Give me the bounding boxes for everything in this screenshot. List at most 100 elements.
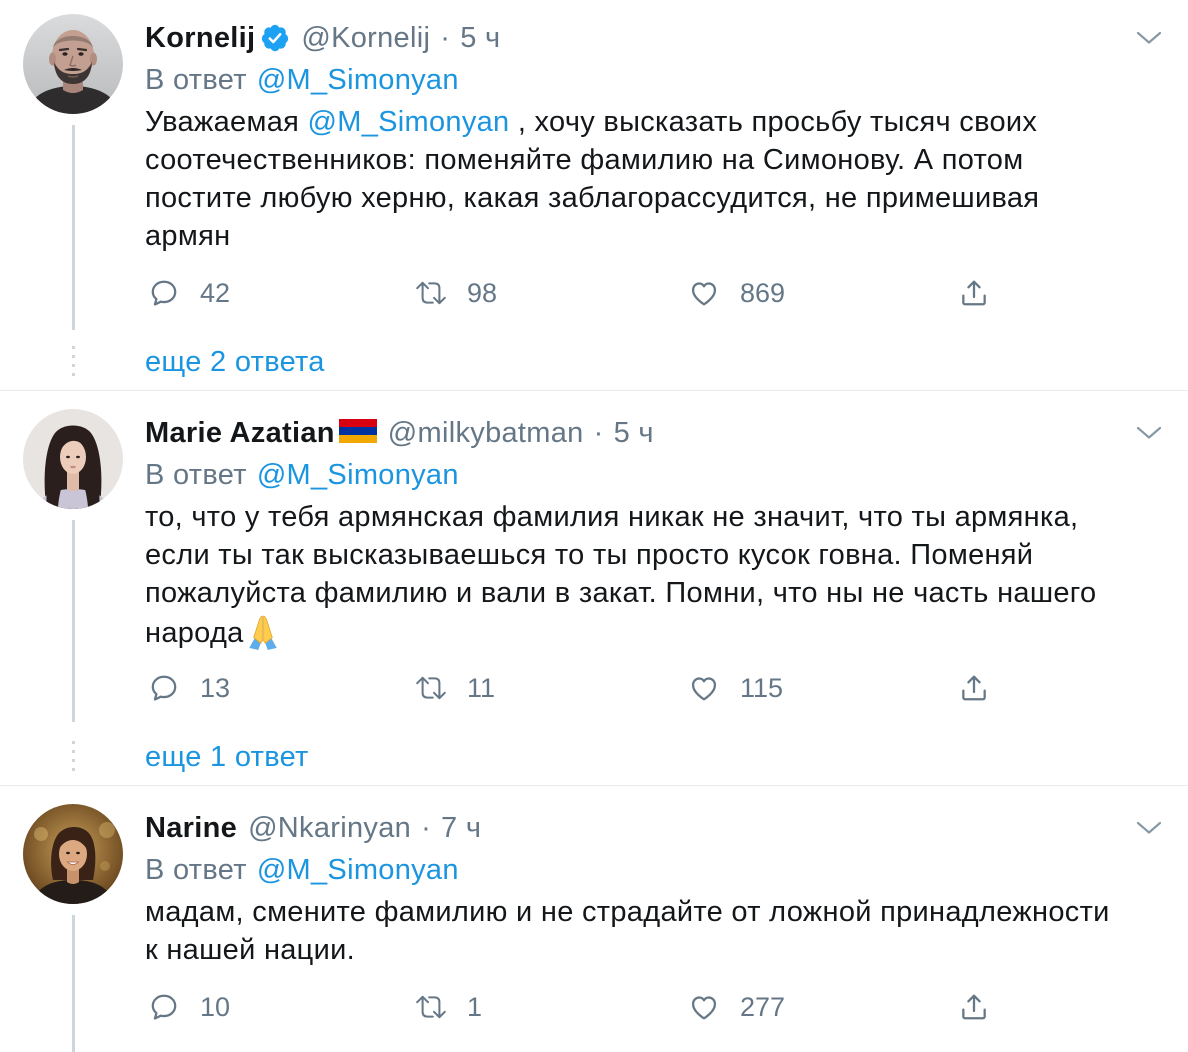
retweet-count: 1 <box>467 992 483 1022</box>
avatar-photo <box>23 14 123 114</box>
thread-line <box>72 125 75 330</box>
reply-context-label: В ответ <box>145 459 247 491</box>
like-button[interactable]: 869 <box>685 273 925 313</box>
tweet-actions: 42 98 869 <box>145 273 1145 313</box>
reply-context-mention[interactable]: @M_Simonyan <box>257 854 459 886</box>
thread-line <box>72 520 75 722</box>
tweet-actions: 10 1 277 <box>145 987 1145 1027</box>
reply-context-mention[interactable]: @M_Simonyan <box>257 64 459 96</box>
tweet[interactable]: Narine @Nkarinyan · 7 ч В ответ @M_Simony… <box>0 786 1188 1052</box>
show-more-replies-link[interactable]: еще 1 ответ <box>145 740 309 774</box>
body-line: соотечественников: поменяйте фамилию на … <box>145 144 1024 176</box>
retweet-count: 98 <box>467 278 498 308</box>
author-name[interactable]: Kornelij <box>145 21 255 55</box>
body-line: пожалуйста фамилию и вали в закат. Помни… <box>145 577 1097 609</box>
reply-button[interactable]: 42 <box>145 273 385 313</box>
separator-dot: · <box>440 22 451 54</box>
body-text: , хочу высказать просьбу тысяч своих <box>509 106 1038 138</box>
reply-icon <box>151 994 177 1020</box>
body-line: если ты так высказываешься то ты просто … <box>145 539 1034 571</box>
timestamp[interactable]: 7 ч <box>441 811 481 845</box>
share-button[interactable] <box>955 668 1188 708</box>
retweet-icon <box>416 676 446 700</box>
author-handle[interactable]: @milkybatman <box>388 416 584 450</box>
tweet-content: Marie Azatian @milkybatman · 5 ч В ответ… <box>145 416 1145 708</box>
mention-link[interactable]: @M_Simonyan <box>308 106 510 138</box>
retweet-icon <box>416 281 446 305</box>
reply-context: В ответ @M_Simonyan <box>145 458 1145 492</box>
avatar-photo <box>23 804 123 904</box>
chevron-down-icon[interactable] <box>1134 26 1164 50</box>
show-more-replies-link[interactable]: еще 2 ответа <box>145 345 325 379</box>
timestamp[interactable]: 5 ч <box>460 21 500 55</box>
tweet-body: мадам, смените фамилию и не страдайте от… <box>145 893 1145 969</box>
body-line: то, что у тебя армянская фамилия никак н… <box>145 501 1079 533</box>
author-handle[interactable]: @Nkarinyan <box>248 811 411 845</box>
reply-context: В ответ @M_Simonyan <box>145 853 1145 887</box>
chevron-down-icon[interactable] <box>1134 421 1164 445</box>
thread-dots <box>72 346 75 376</box>
separator-dot: · <box>421 812 432 844</box>
reply-icon <box>151 675 177 701</box>
reply-icon <box>151 280 177 306</box>
author-handle[interactable]: @Kornelij <box>301 21 430 55</box>
body-text: народа <box>145 617 244 649</box>
avatar[interactable] <box>23 409 123 509</box>
tweet-body: то, что у тебя армянская фамилия никак н… <box>145 498 1145 650</box>
tweet-header: Narine @Nkarinyan · 7 ч <box>145 811 1145 845</box>
like-count: 277 <box>740 992 786 1022</box>
heart-icon <box>691 996 717 1020</box>
heart-icon <box>691 282 717 306</box>
body-line: к нашей нации. <box>145 934 355 966</box>
like-button[interactable]: 115 <box>685 668 925 708</box>
body-line: армян <box>145 220 231 252</box>
verified-badge-icon <box>262 24 289 52</box>
reply-count: 42 <box>200 278 231 308</box>
reply-count: 10 <box>200 992 231 1022</box>
retweet-count: 11 <box>467 673 496 703</box>
heart-icon <box>691 677 717 701</box>
like-button[interactable]: 277 <box>685 987 925 1027</box>
body-line: мадам, смените фамилию и не страдайте от… <box>145 896 1110 928</box>
tweet[interactable]: Marie Azatian @milkybatman · 5 ч В ответ… <box>0 391 1188 786</box>
reply-context-label: В ответ <box>145 854 247 886</box>
reply-button[interactable]: 10 <box>145 987 385 1027</box>
tweet-actions: 13 11 115 <box>145 668 1145 708</box>
author-name[interactable]: Marie Azatian <box>145 416 335 450</box>
body-line: Уважаемая @M_Simonyan , хочу высказать п… <box>145 103 1145 141</box>
reply-context-mention[interactable]: @M_Simonyan <box>257 459 459 491</box>
retweet-button[interactable]: 11 <box>412 668 652 708</box>
like-count: 869 <box>740 278 786 308</box>
retweet-button[interactable]: 98 <box>412 273 652 313</box>
separator-dot: · <box>593 417 604 449</box>
tweet[interactable]: Kornelij @Kornelij · 5 ч В ответ @M_Simon… <box>0 0 1188 391</box>
retweet-button[interactable]: 1 <box>412 987 652 1027</box>
body-line: народа <box>145 612 1145 650</box>
body-text: Уважаемая <box>145 106 308 138</box>
reply-context-label: В ответ <box>145 64 247 96</box>
share-icon <box>962 994 986 1020</box>
reply-button[interactable]: 13 <box>145 668 385 708</box>
reply-context: В ответ @M_Simonyan <box>145 63 1145 97</box>
avatar[interactable] <box>23 14 123 114</box>
thread-line <box>72 915 75 1052</box>
tweet-content: Narine @Nkarinyan · 7 ч В ответ @M_Simony… <box>145 811 1145 1027</box>
share-button[interactable] <box>955 273 1188 313</box>
share-button[interactable] <box>955 987 1188 1027</box>
chevron-down-icon[interactable] <box>1134 816 1164 840</box>
avatar[interactable] <box>23 804 123 904</box>
praying-hands-icon <box>248 615 277 650</box>
thread-dots <box>72 741 75 771</box>
reply-count: 13 <box>200 673 231 703</box>
tweet-header: Kornelij @Kornelij · 5 ч <box>145 21 1145 55</box>
retweet-icon <box>416 995 446 1019</box>
author-name[interactable]: Narine <box>145 811 237 845</box>
timestamp[interactable]: 5 ч <box>614 416 654 450</box>
tweet-header: Marie Azatian @milkybatman · 5 ч <box>145 416 1145 450</box>
tweet-content: Kornelij @Kornelij · 5 ч В ответ @M_Simon… <box>145 21 1145 313</box>
tweet-body: Уважаемая @M_Simonyan , хочу высказать п… <box>145 103 1145 255</box>
avatar-photo <box>23 409 123 509</box>
body-line: постите любую херню, какая заблагорассуд… <box>145 182 1040 214</box>
share-icon <box>962 675 986 701</box>
share-icon <box>962 280 986 306</box>
